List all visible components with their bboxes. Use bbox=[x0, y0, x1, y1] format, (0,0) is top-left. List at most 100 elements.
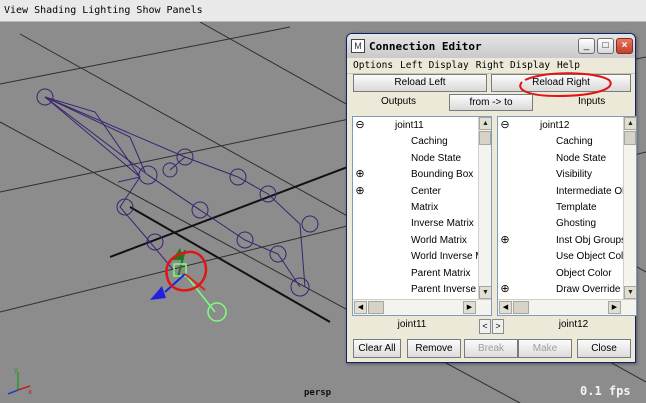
attribute-label: World Matrix bbox=[411, 234, 467, 246]
direction-toggle-button[interactable]: from -> to bbox=[449, 94, 533, 111]
attribute-label: Visibility bbox=[556, 169, 592, 181]
expand-icon[interactable]: ⊕ bbox=[500, 234, 510, 246]
axis-indicator-icon: x y bbox=[7, 366, 32, 396]
remove-button[interactable]: Remove bbox=[407, 339, 461, 358]
minimize-icon[interactable]: _ bbox=[578, 38, 595, 54]
scroll-down-icon[interactable]: ▼ bbox=[624, 286, 636, 299]
outputs-attribute-list[interactable]: ⊖ joint11 Caching Node State ⊕ Bounding Box ⊕ C… bbox=[352, 116, 492, 316]
attribute-row[interactable]: Node State bbox=[353, 151, 478, 167]
break-button[interactable]: Break bbox=[464, 339, 518, 358]
attribute-row[interactable]: Caching bbox=[498, 134, 623, 150]
attribute-row[interactable]: World Inverse Ma bbox=[353, 249, 489, 265]
clear-all-button[interactable]: Clear All bbox=[353, 339, 401, 358]
attribute-label: joint12 bbox=[540, 120, 570, 131]
scroll-thumb[interactable] bbox=[624, 131, 636, 145]
left-vertical-scrollbar[interactable]: ▲ ▼ bbox=[478, 117, 491, 299]
scroll-down-icon[interactable]: ▼ bbox=[479, 286, 491, 299]
scroll-thumb[interactable] bbox=[513, 301, 529, 314]
camera-label: persp bbox=[304, 388, 332, 398]
svg-text:x: x bbox=[28, 388, 32, 396]
attribute-label: Node State bbox=[556, 152, 607, 164]
menu-panels[interactable]: Panels bbox=[167, 5, 203, 16]
maximize-icon[interactable]: □ bbox=[597, 38, 614, 54]
reload-left-button[interactable]: Reload Left bbox=[353, 74, 487, 92]
menu-options[interactable]: Options bbox=[353, 60, 393, 71]
attribute-label: Caching bbox=[411, 136, 448, 148]
make-button[interactable]: Make bbox=[518, 339, 572, 358]
attribute-row[interactable]: Matrix bbox=[353, 200, 478, 216]
collapse-icon[interactable]: ⊖ bbox=[500, 120, 510, 131]
menu-help[interactable]: Help bbox=[557, 60, 580, 71]
attribute-row[interactable]: ⊕ Center bbox=[353, 184, 478, 200]
attribute-row[interactable]: Intermediate Ol bbox=[498, 184, 625, 200]
dialog-menubar: Options Left Display Right Display Help bbox=[347, 58, 635, 74]
attribute-row[interactable]: ⊕ Draw Override bbox=[498, 282, 623, 298]
menu-show[interactable]: Show bbox=[136, 5, 160, 16]
attribute-label: Draw Override bbox=[556, 284, 621, 295]
scroll-right-icon[interactable]: ▶ bbox=[463, 301, 476, 314]
scroll-right-icon[interactable]: ▶ bbox=[608, 301, 621, 314]
collapse-icon[interactable]: ⊖ bbox=[355, 120, 365, 131]
menu-right-display[interactable]: Right Display bbox=[476, 60, 550, 71]
scroll-left-icon[interactable]: ◀ bbox=[354, 301, 367, 314]
attribute-label: Use Object Col bbox=[556, 251, 624, 263]
window-titlebar[interactable]: M Connection Editor _ □ × bbox=[347, 34, 635, 58]
right-horizontal-scrollbar[interactable]: ◀ ▶ bbox=[498, 299, 636, 315]
attribute-row[interactable]: Visibility bbox=[498, 167, 623, 183]
chevron-right-icon[interactable]: > bbox=[492, 319, 504, 334]
inputs-attribute-list[interactable]: ⊖ joint12 Caching Node State Visibility Inter… bbox=[497, 116, 637, 316]
attribute-row[interactable]: ⊕ Bounding Box bbox=[353, 167, 478, 183]
scroll-thumb[interactable] bbox=[368, 301, 384, 314]
right-vertical-scrollbar[interactable]: ▲ ▼ bbox=[623, 117, 636, 299]
attribute-row[interactable]: Ghosting bbox=[498, 216, 623, 232]
attribute-label: Object Color bbox=[556, 267, 612, 279]
attribute-row[interactable]: Use Object Col bbox=[498, 249, 623, 265]
chevron-left-icon[interactable]: < bbox=[479, 319, 491, 334]
menu-lighting[interactable]: Lighting bbox=[82, 5, 130, 16]
attribute-label: Ghosting bbox=[556, 218, 597, 230]
attribute-row[interactable]: Template bbox=[498, 200, 623, 216]
menu-left-display[interactable]: Left Display bbox=[400, 60, 469, 71]
scroll-up-icon[interactable]: ▲ bbox=[479, 117, 491, 130]
menu-shading[interactable]: Shading bbox=[34, 5, 76, 16]
expand-icon[interactable]: ⊕ bbox=[500, 284, 510, 295]
node-row[interactable]: ⊖ joint12 bbox=[498, 118, 623, 134]
skeleton-joints bbox=[36, 88, 319, 297]
maya-app-icon: M bbox=[351, 39, 365, 53]
attribute-label: Inverse Matrix bbox=[411, 218, 474, 230]
attribute-row[interactable]: World Matrix bbox=[353, 233, 478, 249]
attribute-row[interactable]: Caching bbox=[353, 134, 478, 150]
attribute-row[interactable]: Inverse Matrix bbox=[353, 216, 478, 232]
scroll-thumb[interactable] bbox=[479, 131, 491, 145]
attribute-label: Parent Inverse M bbox=[411, 284, 488, 295]
left-horizontal-scrollbar[interactable]: ◀ ▶ bbox=[353, 299, 491, 315]
attribute-row[interactable]: Parent Matrix bbox=[353, 266, 478, 282]
close-button[interactable]: Close bbox=[577, 339, 631, 358]
scroll-up-icon[interactable]: ▲ bbox=[624, 117, 636, 130]
right-node-name: joint12 bbox=[558, 319, 589, 330]
expand-icon[interactable]: ⊕ bbox=[355, 185, 365, 197]
attribute-label: Node State bbox=[411, 152, 462, 164]
attribute-label: Bounding Box bbox=[411, 169, 474, 181]
connection-editor-window: M Connection Editor _ □ × Options Left D… bbox=[346, 33, 637, 363]
reload-right-button[interactable]: Reload Right bbox=[491, 74, 631, 92]
attribute-label: joint11 bbox=[395, 120, 424, 131]
menu-view[interactable]: View bbox=[4, 5, 28, 16]
attribute-row[interactable]: Node State bbox=[498, 151, 623, 167]
fps-readout: 0.1 fps bbox=[580, 384, 631, 398]
attribute-label: Center bbox=[411, 185, 442, 197]
attribute-row[interactable]: ⊕ Inst Obj Groups bbox=[498, 233, 627, 249]
attribute-label: Intermediate Ol bbox=[556, 185, 625, 197]
outputs-header: Outputs bbox=[381, 96, 417, 107]
close-icon[interactable]: × bbox=[616, 38, 633, 54]
inputs-header: Inputs bbox=[578, 96, 606, 107]
viewport-menubar: View Shading Lighting Show Panels bbox=[0, 0, 646, 22]
window-title: Connection Editor bbox=[369, 39, 482, 53]
scroll-left-icon[interactable]: ◀ bbox=[499, 301, 512, 314]
attribute-label: Inst Obj Groups bbox=[556, 234, 627, 246]
node-row[interactable]: ⊖ joint11 bbox=[353, 118, 478, 134]
expand-icon[interactable]: ⊕ bbox=[355, 169, 365, 180]
attribute-label: Template bbox=[556, 202, 597, 213]
attribute-row[interactable]: Parent Inverse M bbox=[353, 282, 487, 298]
attribute-row[interactable]: Object Color bbox=[498, 266, 623, 282]
